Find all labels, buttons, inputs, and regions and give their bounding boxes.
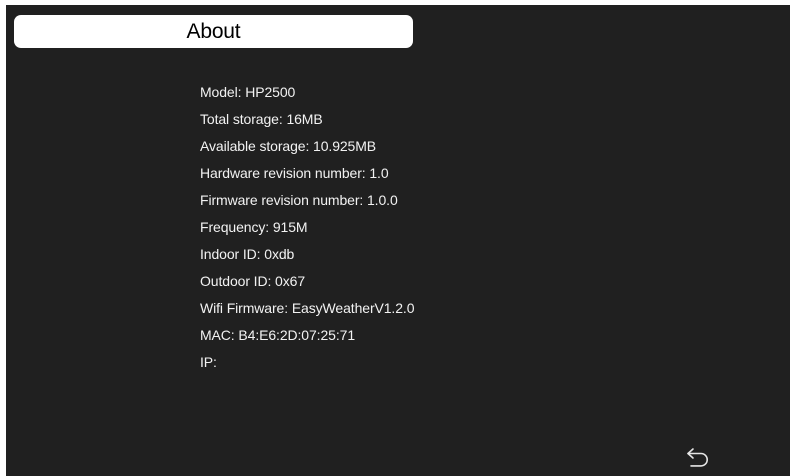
- info-outdoor-id: Outdoor ID: 0x67: [200, 273, 306, 289]
- info-model: Model: HP2500: [200, 84, 296, 100]
- about-screen: About Model: HP2500 Total storage: 16MB …: [6, 5, 790, 476]
- info-firmware-revision: Firmware revision number: 1.0.0: [200, 192, 398, 208]
- back-button[interactable]: [684, 445, 712, 469]
- title-bar: About: [14, 15, 413, 48]
- info-wifi-firmware: Wifi Firmware: EasyWeatherV1.2.0: [200, 300, 415, 316]
- device-info-list: Model: HP2500 Total storage: 16MB Availa…: [200, 79, 414, 376]
- page-title: About: [186, 19, 241, 43]
- return-arrow-icon: [687, 448, 708, 467]
- info-hardware-revision: Hardware revision number: 1.0: [200, 165, 389, 181]
- info-ip: IP:: [200, 354, 217, 370]
- info-available-storage: Available storage: 10.925MB: [200, 138, 377, 154]
- info-total-storage: Total storage: 16MB: [200, 111, 323, 127]
- info-frequency: Frequency: 915M: [200, 219, 308, 235]
- info-indoor-id: Indoor ID: 0xdb: [200, 246, 295, 262]
- info-mac: MAC: B4:E6:2D:07:25:71: [200, 327, 355, 343]
